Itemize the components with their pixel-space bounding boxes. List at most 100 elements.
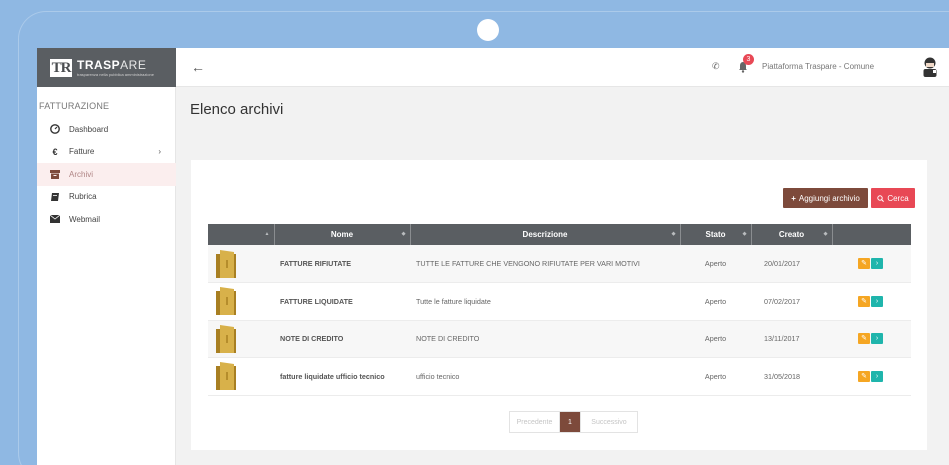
folder-icon	[216, 287, 236, 316]
sort-up-icon: ▲	[264, 231, 270, 237]
header-label: Stato	[705, 230, 726, 239]
add-archive-label: Aggiungi archivio	[798, 193, 860, 203]
sidebar-item-archivi[interactable]: Archivi	[37, 163, 176, 186]
cell-creato: 20/01/2017	[751, 245, 832, 283]
pagination-page-current[interactable]: 1	[560, 412, 580, 432]
cell-stato: Aperto	[680, 320, 751, 358]
header-label: Creato	[778, 230, 805, 239]
table-row[interactable]: FATTURE RIFIUTATE TUTTE LE FATTURE CHE V…	[208, 245, 911, 283]
sidebar-section-title: FATTURAZIONE	[39, 101, 110, 111]
sort-icon: ◆	[823, 231, 828, 237]
cell-nome: NOTE DI CREDITO	[274, 320, 410, 358]
edit-icon[interactable]: ✎	[858, 295, 870, 307]
column-header-descrizione[interactable]: Descrizione ◆	[410, 224, 681, 245]
search-label: Cerca	[887, 193, 909, 203]
edit-icon[interactable]: ✎	[858, 333, 870, 345]
folder-cell	[208, 320, 274, 358]
logo-text-wrap: TRASPARE trasparenza nella pubblica ammi…	[77, 59, 154, 77]
table-row[interactable]: FATTURE LIQUIDATE Tutte le fatture liqui…	[208, 282, 911, 321]
sidebar-item-label: Webmail	[69, 214, 100, 224]
table-header-row: ▲ Nome ◆ Descrizione ◆ Stato ◆ Creato ◆	[208, 224, 911, 245]
cell-actions: ✎ ›	[832, 320, 911, 358]
edit-icon[interactable]: ✎	[858, 370, 870, 382]
cell-descrizione: TUTTE LE FATTURE CHE VENGONO RIFIUTATE P…	[410, 245, 680, 283]
cell-actions: ✎ ›	[832, 245, 911, 283]
open-arrow-icon[interactable]: ›	[871, 333, 883, 345]
cell-actions: ✎ ›	[832, 357, 911, 396]
table-row[interactable]: fatture liquidate ufficio tecnico uffici…	[208, 357, 911, 396]
table-row[interactable]: NOTE DI CREDITO NOTE DI CREDITO Aperto 1…	[208, 320, 911, 358]
archive-icon	[50, 169, 60, 179]
user-avatar-icon[interactable]	[921, 56, 939, 78]
sidebar-item-label: Archivi	[69, 169, 94, 179]
cell-nome: FATTURE LIQUIDATE	[274, 282, 410, 321]
euro-icon: €	[52, 146, 58, 157]
cell-creato: 31/05/2018	[751, 357, 832, 396]
sidebar-item-webmail[interactable]: Webmail	[37, 208, 176, 231]
archives-table: ▲ Nome ◆ Descrizione ◆ Stato ◆ Creato ◆ FATT…	[208, 224, 911, 396]
cell-stato: Aperto	[680, 357, 751, 396]
open-arrow-icon[interactable]: ›	[871, 258, 883, 269]
open-arrow-icon[interactable]: ›	[871, 295, 883, 307]
sidebar-item-dashboard[interactable]: Dashboard	[37, 118, 176, 141]
cell-creato: 07/02/2017	[751, 282, 832, 321]
folder-cell	[208, 245, 274, 283]
header-label: Descrizione	[522, 230, 568, 239]
cell-nome: fatture liquidate ufficio tecnico	[274, 357, 410, 396]
edit-icon[interactable]: ✎	[858, 258, 870, 269]
page-title: Elenco archivi	[190, 101, 284, 118]
pagination-prev[interactable]: Precedente	[510, 412, 560, 432]
sidebar: FATTURAZIONE Dashboard € Fatture › Archi…	[37, 87, 176, 465]
search-icon	[877, 194, 885, 202]
column-header-nome[interactable]: Nome ◆	[274, 224, 411, 245]
cell-descrizione: Tutte le fatture liquidate	[410, 282, 680, 321]
column-header-actions	[832, 224, 911, 245]
folder-icon	[216, 324, 236, 353]
folder-icon	[216, 362, 236, 391]
sort-icon: ◆	[742, 231, 747, 237]
cell-nome: FATTURE RIFIUTATE	[274, 245, 410, 283]
logo-area[interactable]: TR TRASPARE trasparenza nella pubblica a…	[37, 48, 176, 87]
column-header-icon[interactable]: ▲	[208, 224, 275, 245]
app-screen: TR TRASPARE trasparenza nella pubblica a…	[37, 48, 949, 465]
logo-name-accent: ARE	[120, 57, 147, 72]
header-label: Nome	[330, 230, 354, 239]
main-content: Elenco archivi + Aggiungi archivio Cerca…	[176, 87, 949, 465]
open-arrow-icon[interactable]: ›	[871, 370, 883, 382]
folder-icon	[216, 249, 236, 278]
camera-dot	[477, 19, 499, 41]
plus-icon: +	[791, 193, 796, 203]
sidebar-item-label: Rubrica	[69, 192, 97, 202]
cell-creato: 13/11/2017	[751, 320, 832, 358]
sidebar-menu: Dashboard € Fatture › Archivi Rubrica We…	[37, 118, 176, 231]
cell-descrizione: NOTE DI CREDITO	[410, 320, 680, 358]
pagination: Precedente 1 Successivo	[509, 411, 638, 433]
folder-cell	[208, 282, 274, 321]
search-button[interactable]: Cerca	[871, 188, 915, 208]
sidebar-item-fatture[interactable]: € Fatture ›	[37, 141, 176, 164]
cell-stato: Aperto	[680, 245, 751, 283]
logo-tagline: trasparenza nella pubblica amministrazio…	[77, 71, 154, 77]
envelope-icon	[50, 214, 60, 224]
sidebar-item-label: Fatture	[69, 147, 95, 157]
add-archive-button[interactable]: + Aggiungi archivio	[783, 188, 868, 208]
cell-stato: Aperto	[680, 282, 751, 321]
column-header-creato[interactable]: Creato ◆	[751, 224, 833, 245]
logo-name: TRASPARE	[77, 59, 154, 71]
cell-actions: ✎ ›	[832, 282, 911, 321]
platform-label[interactable]: Piattaforma Traspare - Comune	[762, 62, 874, 71]
phone-icon[interactable]: ✆	[712, 61, 720, 72]
notification-badge: 3	[743, 54, 754, 65]
dashboard-icon	[50, 124, 60, 135]
folder-cell	[208, 357, 274, 396]
cell-descrizione: ufficio tecnico	[410, 357, 680, 396]
sidebar-item-rubrica[interactable]: Rubrica	[37, 186, 176, 209]
archive-panel: + Aggiungi archivio Cerca ▲ Nome ◆ Descri…	[191, 160, 927, 450]
sort-icon: ◆	[401, 231, 406, 237]
address-book-icon	[50, 192, 60, 202]
chevron-right-icon: ›	[158, 147, 161, 157]
pagination-next[interactable]: Successivo	[580, 412, 637, 432]
sort-icon: ◆	[671, 231, 676, 237]
column-header-stato[interactable]: Stato ◆	[680, 224, 752, 245]
arrow-left-icon[interactable]: ←	[191, 59, 205, 75]
